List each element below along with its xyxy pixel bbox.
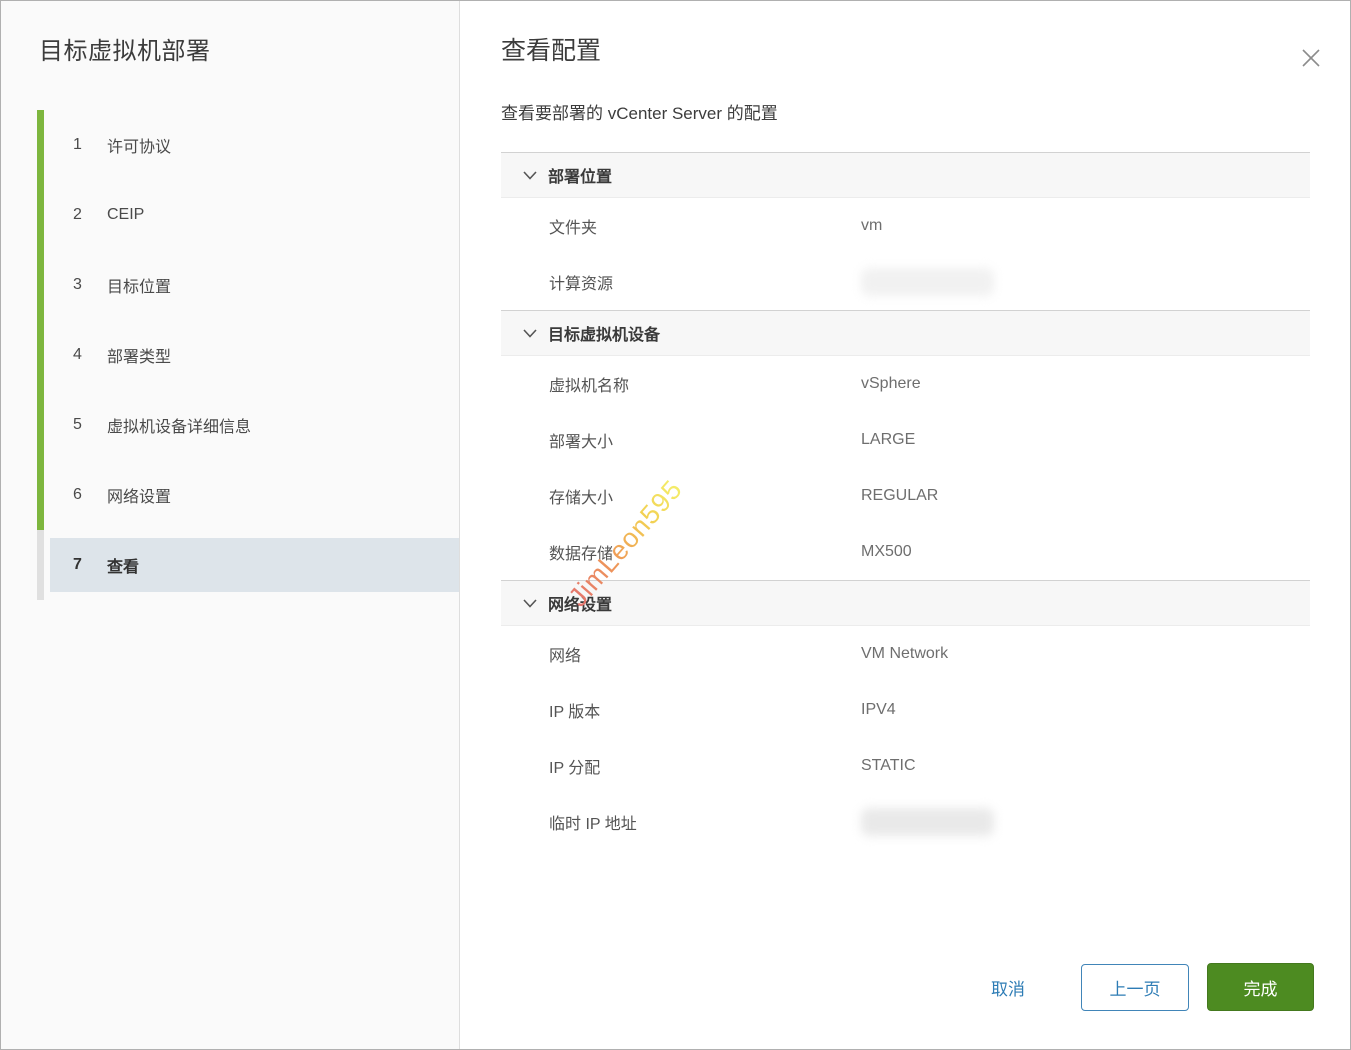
step-number: 1 bbox=[73, 136, 95, 154]
sidebar-step-2[interactable]: 2 CEIP bbox=[1, 180, 459, 250]
wizard-footer: 取消 上一页 完成 bbox=[981, 963, 1314, 1011]
row-label: 网络 bbox=[549, 642, 861, 666]
chevron-down-icon bbox=[523, 329, 537, 338]
sidebar-step-1[interactable]: 1 许可协议 bbox=[1, 110, 459, 180]
sidebar-step-4[interactable]: 4 部署类型 bbox=[1, 320, 459, 390]
step-label: 目标位置 bbox=[107, 273, 171, 297]
wizard-title: 目标虚拟机部署 bbox=[39, 31, 459, 66]
wizard-sidebar: 目标虚拟机部署 1 许可协议 2 CEIP 3 目标位置 bbox=[1, 1, 460, 1049]
progress-rail-segment bbox=[37, 460, 44, 530]
row-label: 文件夹 bbox=[549, 214, 861, 238]
progress-rail-segment bbox=[37, 530, 44, 600]
step-label: 部署类型 bbox=[107, 343, 171, 367]
config-summary: 部署位置 文件夹 vm 计算资源 目标虚拟机设备 虚拟机名称 vSphere 部… bbox=[501, 152, 1310, 850]
sidebar-step-5[interactable]: 5 虚拟机设备详细信息 bbox=[1, 390, 459, 460]
config-row: 数据存储 MX500 bbox=[501, 524, 1310, 580]
config-row: IP 版本 IPV4 bbox=[501, 682, 1310, 738]
config-row: 计算资源 bbox=[501, 254, 1310, 310]
section-header-deploy-location[interactable]: 部署位置 bbox=[501, 152, 1310, 198]
step-label: CEIP bbox=[107, 206, 144, 224]
row-label: 部署大小 bbox=[549, 428, 861, 452]
cancel-button[interactable]: 取消 bbox=[981, 975, 1035, 1000]
section-title: 目标虚拟机设备 bbox=[548, 321, 660, 345]
config-row: 临时 IP 地址 bbox=[501, 794, 1310, 850]
sidebar-step-7-active[interactable]: 7 查看 bbox=[1, 530, 459, 600]
row-value: STATIC bbox=[861, 757, 916, 775]
section-title: 部署位置 bbox=[548, 163, 612, 187]
step-number: 7 bbox=[73, 556, 95, 574]
row-value: IPV4 bbox=[861, 701, 896, 719]
back-button[interactable]: 上一页 bbox=[1081, 964, 1189, 1011]
chevron-down-icon bbox=[523, 599, 537, 608]
row-label: IP 分配 bbox=[549, 754, 861, 778]
section-title: 网络设置 bbox=[548, 591, 612, 615]
step-number: 4 bbox=[73, 346, 95, 364]
review-panel: 查看配置 查看要部署的 vCenter Server 的配置 部署位置 文件夹 … bbox=[461, 1, 1350, 1049]
progress-rail-segment bbox=[37, 250, 44, 320]
row-value: vSphere bbox=[861, 375, 921, 393]
close-icon[interactable] bbox=[1296, 43, 1326, 73]
step-label: 查看 bbox=[107, 553, 139, 577]
row-label: 临时 IP 地址 bbox=[549, 810, 861, 834]
progress-rail-segment bbox=[37, 110, 44, 180]
redacted-value-blur bbox=[861, 808, 994, 836]
step-number: 5 bbox=[73, 416, 95, 434]
row-label: 虚拟机名称 bbox=[549, 372, 861, 396]
step-number: 2 bbox=[73, 206, 95, 224]
step-label: 网络设置 bbox=[107, 483, 171, 507]
finish-button[interactable]: 完成 bbox=[1207, 963, 1314, 1011]
sidebar-step-3[interactable]: 3 目标位置 bbox=[1, 250, 459, 320]
config-row: IP 分配 STATIC bbox=[501, 738, 1310, 794]
config-row: 网络 VM Network bbox=[501, 626, 1310, 682]
row-label: 数据存储 bbox=[549, 540, 861, 564]
step-label: 许可协议 bbox=[107, 133, 171, 157]
page-title: 查看配置 bbox=[501, 31, 1350, 67]
config-row: 部署大小 LARGE bbox=[501, 412, 1310, 468]
config-row: 存储大小 REGULAR bbox=[501, 468, 1310, 524]
config-row: 虚拟机名称 vSphere bbox=[501, 356, 1310, 412]
chevron-down-icon bbox=[523, 171, 537, 180]
step-label: 虚拟机设备详细信息 bbox=[107, 413, 251, 437]
config-row: 文件夹 vm bbox=[501, 198, 1310, 254]
progress-rail-segment bbox=[37, 390, 44, 460]
step-number: 3 bbox=[73, 276, 95, 294]
progress-rail-segment bbox=[37, 320, 44, 390]
row-value: LARGE bbox=[861, 431, 915, 449]
row-label: IP 版本 bbox=[549, 698, 861, 722]
progress-rail-segment bbox=[37, 180, 44, 250]
row-value: vm bbox=[861, 217, 882, 235]
row-value: REGULAR bbox=[861, 487, 938, 505]
row-label: 计算资源 bbox=[549, 270, 861, 294]
row-value: MX500 bbox=[861, 543, 912, 561]
row-value: VM Network bbox=[861, 645, 948, 663]
section-header-network-settings[interactable]: 网络设置 bbox=[501, 580, 1310, 626]
redacted-value-blur bbox=[861, 268, 994, 296]
sidebar-step-6[interactable]: 6 网络设置 bbox=[1, 460, 459, 530]
row-label: 存储大小 bbox=[549, 484, 861, 508]
panel-subtitle: 查看要部署的 vCenter Server 的配置 bbox=[501, 99, 1310, 124]
step-number: 6 bbox=[73, 486, 95, 504]
wizard-steps: 1 许可协议 2 CEIP 3 目标位置 4 部署类型 bbox=[1, 110, 459, 600]
section-header-target-vm[interactable]: 目标虚拟机设备 bbox=[501, 310, 1310, 356]
